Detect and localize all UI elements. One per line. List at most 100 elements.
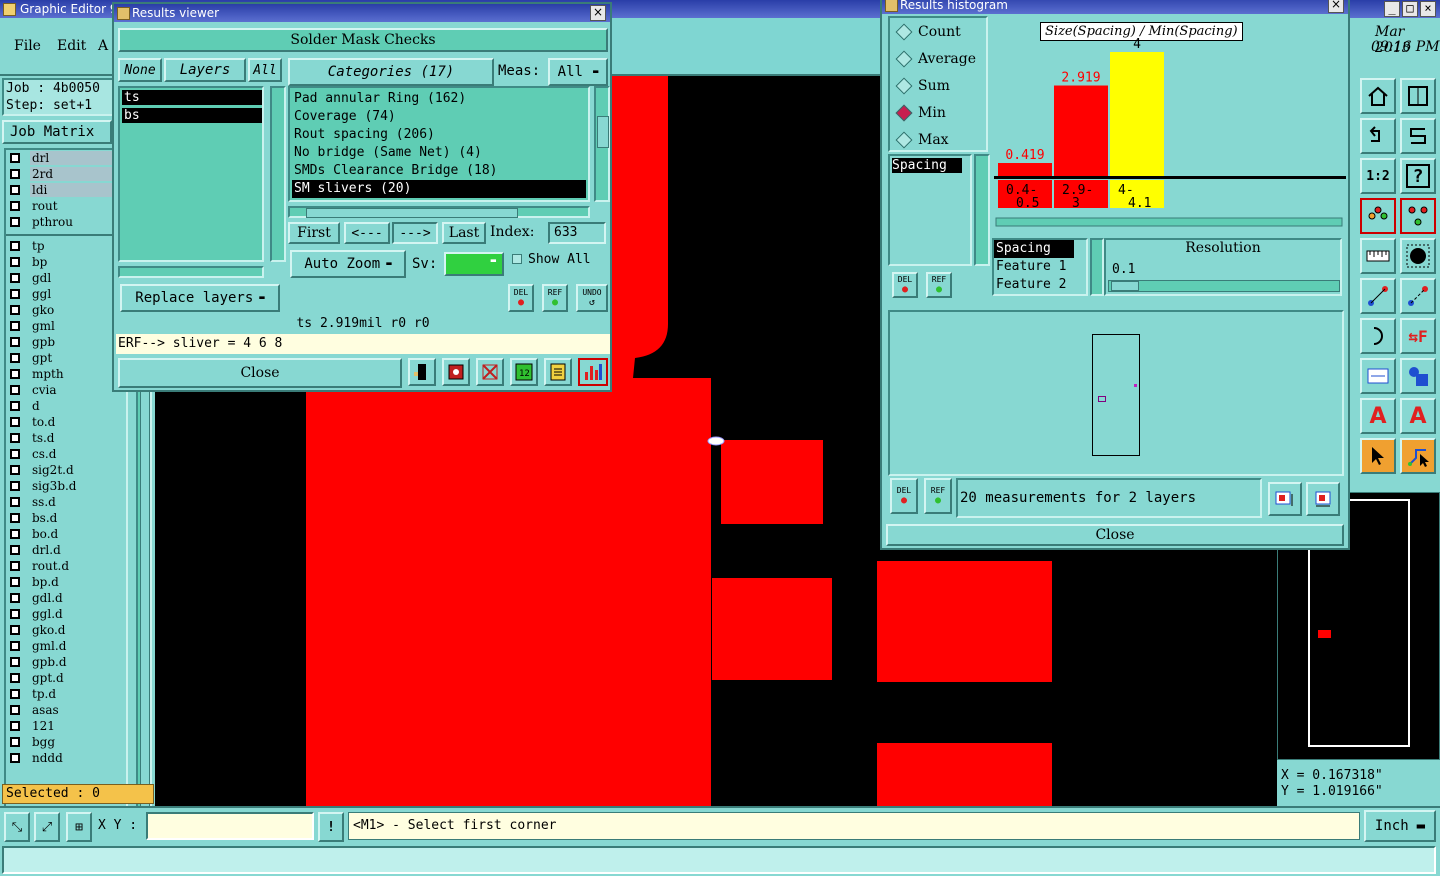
layer-row[interactable]: ts.d — [6, 430, 126, 446]
home-icon[interactable] — [1360, 78, 1396, 114]
layer-row[interactable]: gpb — [6, 334, 126, 350]
mode-radio[interactable]: Min — [890, 99, 986, 126]
histogram-bar[interactable] — [1110, 52, 1164, 176]
radio-icon[interactable] — [895, 77, 913, 94]
minimize-icon[interactable]: _ — [1384, 1, 1400, 17]
redraw-icon[interactable] — [1360, 118, 1396, 154]
snap-icon[interactable] — [1400, 118, 1436, 154]
spacing-listbox[interactable]: Spacing — [888, 154, 972, 266]
layer-checkbox[interactable] — [10, 641, 20, 651]
layer-row[interactable]: bs.d — [6, 510, 126, 526]
ref-button[interactable]: REF ● — [542, 284, 568, 312]
hist-ref-button[interactable]: REF ● — [926, 272, 952, 298]
layer-checkbox[interactable] — [10, 465, 20, 475]
ruler-icon[interactable] — [1360, 238, 1396, 274]
layer-name[interactable]: 121 — [30, 719, 114, 733]
layer-row[interactable]: ldi — [6, 182, 126, 198]
layer-checkbox[interactable] — [10, 753, 20, 763]
layer-row[interactable]: pthrou — [6, 214, 126, 230]
layer-checkbox[interactable] — [10, 257, 20, 267]
layer-row[interactable]: tp — [6, 238, 126, 254]
layer-checkbox[interactable] — [10, 513, 20, 523]
show-all-checkbox[interactable] — [512, 254, 522, 264]
axis-listbox[interactable]: Spacing Feature 1 Feature 2 — [992, 238, 1088, 296]
layer-checkbox[interactable] — [10, 433, 20, 443]
maximize-icon[interactable]: □ — [1402, 1, 1418, 17]
layer-name[interactable]: bs.d — [30, 511, 114, 525]
alert-icon[interactable]: ! — [318, 812, 344, 842]
menu-more[interactable]: A — [98, 38, 108, 54]
layer-name[interactable]: tp — [30, 239, 114, 253]
layer-checkbox[interactable] — [10, 545, 20, 555]
layer-row[interactable]: tp.d — [6, 686, 126, 702]
flip-icon[interactable]: ⇆F — [1400, 318, 1436, 354]
layer-row[interactable]: asas — [6, 702, 126, 718]
histogram-hscroll[interactable] — [995, 217, 1343, 227]
layer-checkbox[interactable] — [10, 217, 20, 227]
layer-row[interactable]: 2rd — [6, 166, 126, 182]
layers-display-icon[interactable] — [1360, 198, 1396, 234]
layer-checkbox[interactable] — [10, 185, 20, 195]
layer-checkbox[interactable] — [10, 449, 20, 459]
category-item[interactable]: Pad annular Ring (162) — [292, 90, 586, 108]
axis-item[interactable]: Feature 1 — [994, 258, 1074, 276]
layer-checkbox[interactable] — [10, 593, 20, 603]
none-button[interactable]: None — [118, 58, 162, 82]
layers-button[interactable]: Layers — [164, 58, 246, 82]
layers-compare-icon[interactable] — [1400, 198, 1436, 234]
layer-name[interactable]: gdl — [30, 271, 114, 285]
sv-color-select[interactable]: ▬ — [444, 252, 504, 276]
layer-row[interactable]: cvia — [6, 382, 126, 398]
layer-checkbox[interactable] — [10, 289, 20, 299]
categories-button[interactable]: Categories (17) — [288, 58, 494, 86]
measure-pp2-icon[interactable] — [1400, 278, 1436, 314]
mode-radio[interactable]: Sum — [890, 72, 986, 99]
first-button[interactable]: First — [288, 222, 340, 244]
pad-icon[interactable] — [1400, 238, 1436, 274]
layer-name[interactable]: bp — [30, 255, 114, 269]
layer-name[interactable]: cs.d — [30, 447, 114, 461]
axis-item[interactable]: Spacing — [994, 240, 1074, 258]
hist-ref2-button[interactable]: REF ● — [924, 478, 952, 514]
layer-checkbox[interactable] — [10, 561, 20, 571]
resolution-slider[interactable] — [1108, 280, 1340, 292]
layer-row[interactable]: bgg — [6, 734, 126, 750]
layer-checkbox[interactable] — [10, 273, 20, 283]
layer-checkbox[interactable] — [10, 369, 20, 379]
layer-checkbox[interactable] — [10, 385, 20, 395]
last-button[interactable]: Last — [442, 222, 486, 244]
layer-row[interactable]: gml.d — [6, 638, 126, 654]
layer-row[interactable]: gdl — [6, 270, 126, 286]
meas-select[interactable]: All ▬ — [548, 58, 608, 86]
layer-checkbox[interactable] — [10, 705, 20, 715]
layer-row[interactable]: gml — [6, 318, 126, 334]
spacing-item[interactable]: Spacing — [892, 158, 962, 173]
category-item[interactable]: No bridge (Same Net) (4) — [292, 144, 586, 162]
layer-row[interactable]: gpt.d — [6, 670, 126, 686]
job-matrix-button[interactable]: Job Matrix — [2, 120, 112, 144]
results-icon-2[interactable] — [442, 358, 470, 386]
auto-zoom-select[interactable]: Auto Zoom ▬ — [290, 250, 406, 278]
results-icon-4[interactable]: 12 — [510, 358, 538, 386]
results-close-button[interactable]: Close — [118, 358, 402, 388]
layer-name[interactable]: ss.d — [30, 495, 114, 509]
layer-row[interactable]: bp — [6, 254, 126, 270]
layer-checkbox[interactable] — [10, 625, 20, 635]
layer-row[interactable]: sig3b.d — [6, 478, 126, 494]
close-icon[interactable]: × — [590, 5, 606, 21]
layer-row[interactable]: gdl.d — [6, 590, 126, 606]
layer-checkbox[interactable] — [10, 721, 20, 731]
layer-row[interactable]: rout.d — [6, 558, 126, 574]
radio-icon[interactable] — [895, 50, 913, 67]
layer-checkbox[interactable] — [10, 337, 20, 347]
replace-layers-select[interactable]: Replace layers ▬ — [120, 284, 280, 312]
mode-radio[interactable]: Average — [890, 45, 986, 72]
layer-name[interactable]: pthrou — [30, 215, 114, 229]
undo-button[interactable]: UNDO ↺ — [576, 284, 608, 312]
layer-name[interactable]: rout — [30, 199, 114, 213]
layer-name[interactable]: gpb — [30, 335, 114, 349]
layer-checkbox[interactable] — [10, 609, 20, 619]
layer-checkbox[interactable] — [10, 201, 20, 211]
layer-name[interactable]: mpth — [30, 367, 114, 381]
zoom-fit-icon[interactable]: ⤡ — [4, 812, 30, 842]
